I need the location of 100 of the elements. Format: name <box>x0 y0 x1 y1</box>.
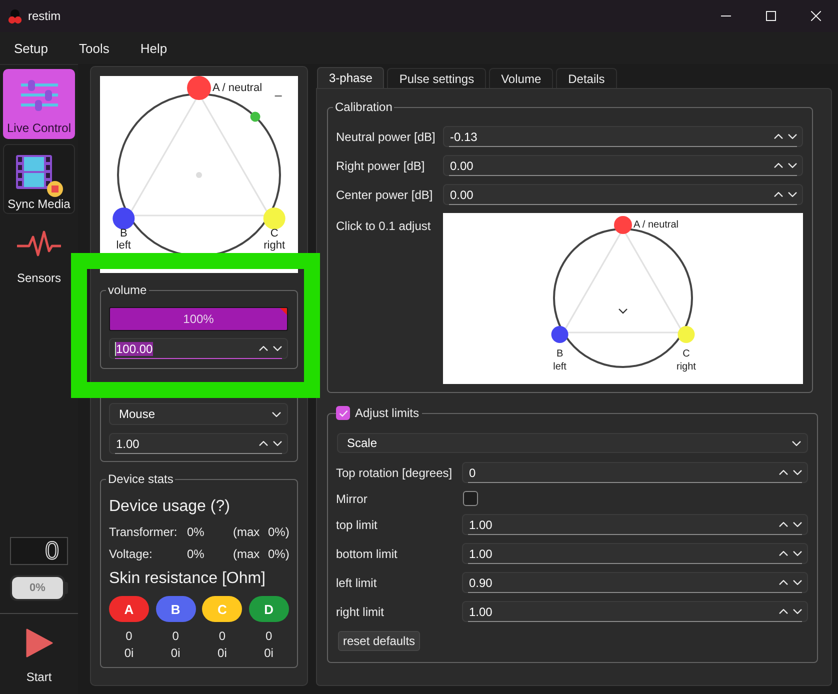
number-field[interactable]: 0.00 <box>443 184 803 205</box>
electrode-label: C <box>270 228 278 240</box>
chevron-up-icon[interactable] <box>774 134 783 139</box>
menu-item[interactable]: Tools <box>72 36 116 60</box>
tab[interactable]: Details <box>556 68 617 88</box>
electrode-label: B <box>556 348 564 360</box>
electrode-dot[interactable] <box>614 216 632 234</box>
field-label: top limit <box>336 518 378 532</box>
electrode-sublabel: right <box>264 240 286 252</box>
stat-label: Voltage: <box>109 546 154 562</box>
menu-item[interactable]: Help <box>134 36 174 60</box>
tab[interactable]: Pulse settings <box>387 68 486 88</box>
minimize-icon[interactable] <box>720 15 730 17</box>
electrode-label: B <box>120 228 128 240</box>
resistance-imaginary-value: 0i <box>170 646 180 661</box>
center-dot-icon <box>196 172 202 178</box>
chevron-up-icon[interactable] <box>774 192 783 197</box>
field-label: Neutral power [dB] <box>336 130 436 144</box>
chevron-down-icon[interactable] <box>792 440 801 446</box>
max-value: 0%) <box>268 524 290 540</box>
number-field[interactable]: 0 <box>462 462 808 483</box>
electrode-dot[interactable] <box>263 208 286 230</box>
resistance-value: 0 <box>126 629 132 644</box>
volume-percent: 100% <box>183 312 214 326</box>
phase-diagram[interactable]: A / neutral B left C right _ <box>100 76 298 273</box>
reset-button[interactable]: reset defaults <box>338 631 420 651</box>
start-button[interactable]: Start <box>0 614 78 694</box>
tab[interactable]: Volume <box>489 68 554 88</box>
section-heading: Device usage (?) <box>109 497 231 517</box>
close-icon[interactable] <box>810 11 820 21</box>
chevron-up-icon[interactable] <box>779 470 788 475</box>
sidebar-item[interactable]: Sync Media <box>3 144 75 214</box>
dropdown[interactable]: Scale <box>337 433 808 453</box>
chevron-down-icon[interactable] <box>788 134 797 139</box>
chevron-down-icon[interactable] <box>793 551 802 556</box>
field-label: Top rotation [degrees] <box>336 466 454 480</box>
electrode-label: C <box>682 348 690 360</box>
number-field[interactable]: 1.00 <box>462 543 808 564</box>
battery-indicator: 0% <box>10 575 68 601</box>
electrode-label: A / neutral <box>634 220 679 230</box>
chevron-up-icon[interactable] <box>774 163 783 168</box>
field-label: Mirror <box>336 492 368 506</box>
number-field[interactable]: 0.00 <box>443 155 803 176</box>
max-value: 0%) <box>268 546 290 562</box>
menu-item[interactable]: Setup <box>8 36 54 60</box>
chevron-up-icon[interactable] <box>779 609 788 614</box>
channel-button[interactable]: B <box>156 596 196 622</box>
chevron-down-icon[interactable] <box>793 580 802 585</box>
checkbox[interactable] <box>463 491 478 506</box>
electrode-label: A / neutral <box>212 82 262 94</box>
chevron-up-icon[interactable] <box>259 346 268 351</box>
chevron-down-icon[interactable] <box>788 192 797 197</box>
check-icon <box>338 410 348 416</box>
field-label: right limit <box>336 604 386 618</box>
chevron-up-icon[interactable] <box>779 580 788 585</box>
channel-button[interactable]: A <box>109 596 149 622</box>
phase-diagram[interactable]: A / neutral B left C right <box>443 213 803 384</box>
play-icon[interactable] <box>26 628 52 658</box>
sidebar-item[interactable]: Live Control <box>3 69 75 139</box>
checkbox[interactable] <box>336 406 350 420</box>
field-label: Center power [dB] <box>336 188 434 202</box>
sidebar-item[interactable]: Sensors <box>3 219 75 289</box>
chevron-down-icon[interactable] <box>793 470 802 475</box>
maximize-icon[interactable] <box>766 11 776 21</box>
corner-marker-icon <box>280 308 287 315</box>
chevron-down-icon[interactable] <box>273 346 282 351</box>
resistance-imaginary-value: 0i <box>124 646 134 661</box>
chevron-up-icon[interactable] <box>779 551 788 556</box>
resistance-value: 0 <box>265 629 272 644</box>
number-field[interactable]: 1.00 <box>462 601 808 622</box>
field-label: left limit <box>336 576 378 590</box>
number-field[interactable]: -0.13 <box>443 126 803 147</box>
chevron-up-icon[interactable] <box>259 441 268 446</box>
electrode-dot[interactable] <box>678 326 695 343</box>
electrode-dot[interactable] <box>187 76 211 100</box>
number-field[interactable]: 100.00 <box>109 338 288 359</box>
position-dot-icon <box>250 112 260 122</box>
resistance-value: 0 <box>218 629 226 644</box>
number-field[interactable]: 1.00 <box>462 514 808 535</box>
chevron-down-icon[interactable] <box>788 163 797 168</box>
number-field[interactable]: 1.00 <box>109 433 288 454</box>
heartbeat-icon <box>17 230 61 257</box>
number-field[interactable]: 0.90 <box>462 572 808 593</box>
electrode-dot[interactable] <box>112 208 135 230</box>
chevron-up-icon[interactable] <box>779 522 788 527</box>
electrode-sublabel: right <box>676 362 696 372</box>
group-title: Calibration <box>334 100 394 114</box>
electrode-dot[interactable] <box>551 326 568 343</box>
group-title: volume <box>107 283 148 297</box>
chevron-down-icon[interactable] <box>793 522 802 527</box>
channel-button[interactable]: D <box>248 596 289 622</box>
stat-value: 0% <box>187 524 206 540</box>
chevron-down-icon[interactable] <box>272 412 281 416</box>
field-label: Right power [dB] <box>336 158 426 172</box>
tab[interactable]: 3-phase <box>317 67 384 88</box>
chevron-down-icon[interactable] <box>273 441 282 446</box>
resistance-value: 0 <box>172 629 179 644</box>
chevron-down-icon[interactable] <box>793 609 802 614</box>
stat-label: Transformer: <box>109 524 178 540</box>
dropdown[interactable]: Mouse <box>109 403 288 425</box>
